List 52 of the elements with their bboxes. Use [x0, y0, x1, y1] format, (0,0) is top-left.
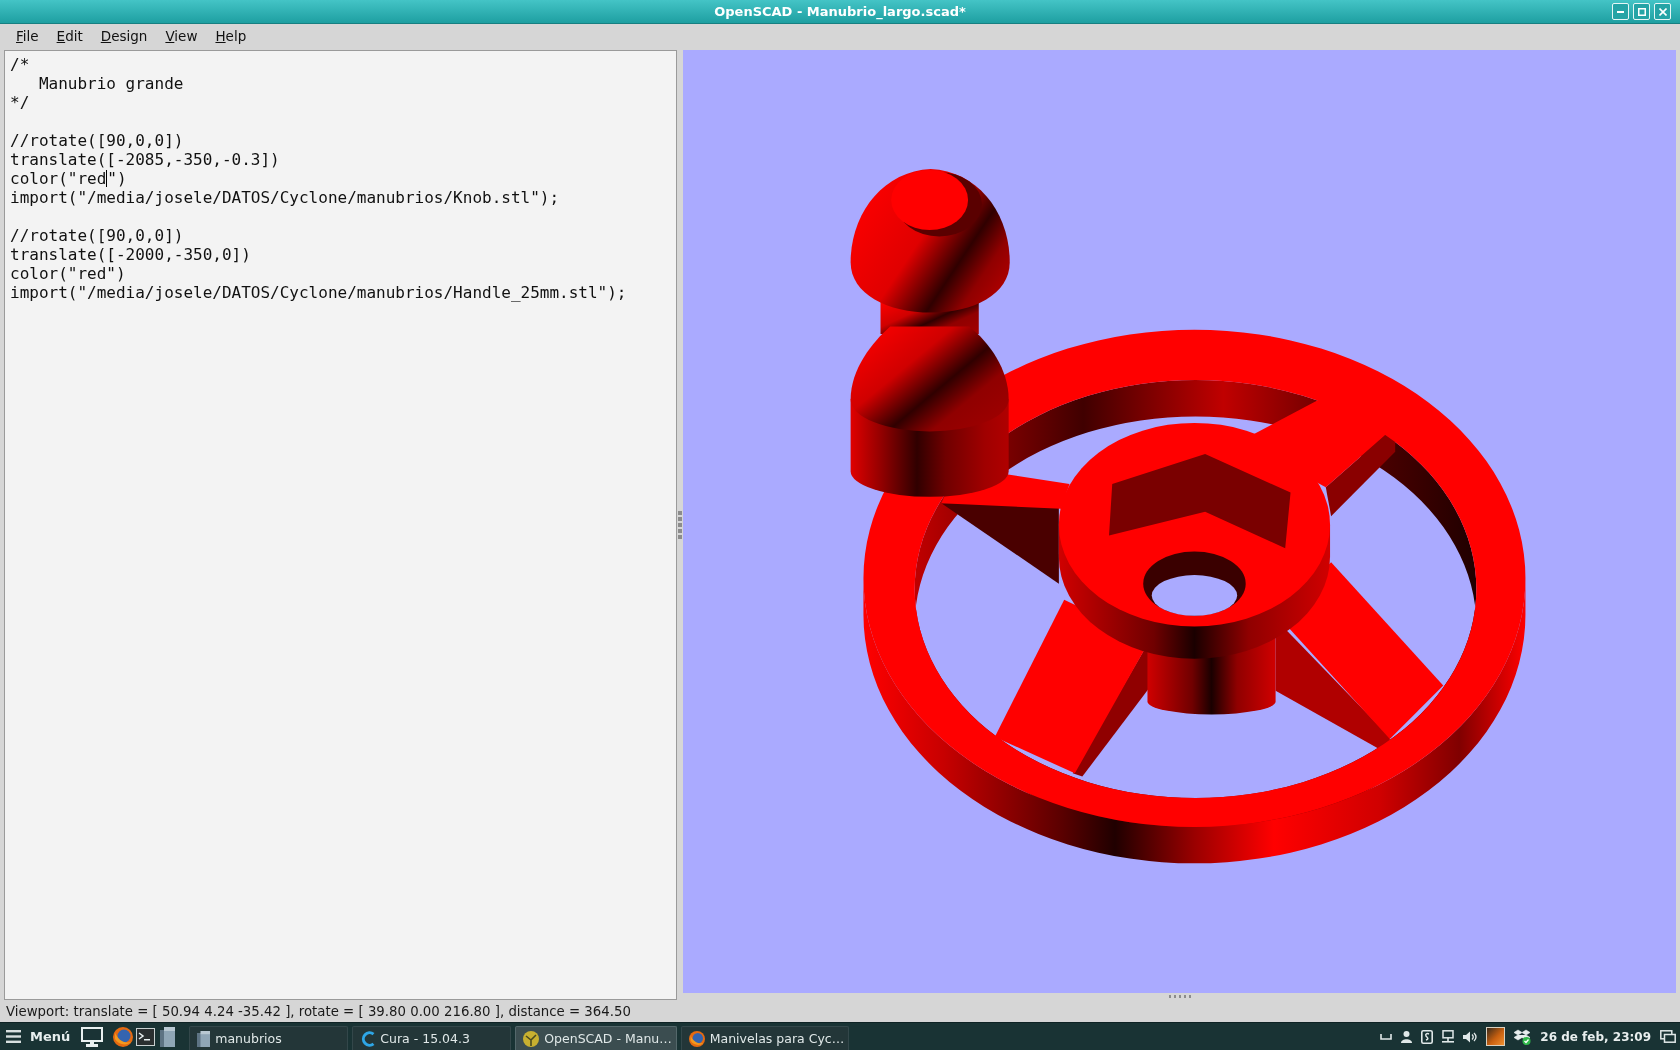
box-check-icon[interactable] [1514, 1028, 1532, 1045]
code-line: color("red") [10, 264, 126, 283]
space-bar-icon[interactable] [1380, 1033, 1393, 1040]
menu-item[interactable]: View [156, 27, 207, 45]
menu-icon [6, 1030, 21, 1043]
code-line: translate([-2000,-350,0]) [10, 245, 251, 264]
minimize-icon [1617, 10, 1624, 13]
taskbar-button[interactable]: Cura - 15.04.3 [352, 1026, 512, 1050]
code-line: //rotate([90,0,0]) [10, 226, 184, 245]
code-line: /* [10, 55, 30, 74]
terminal-icon[interactable] [136, 1027, 156, 1046]
globe-icon [688, 1030, 705, 1047]
taskbar-button[interactable]: manubrios [189, 1026, 349, 1050]
maximize-icon [1637, 7, 1646, 16]
menu-item[interactable]: File [7, 27, 48, 45]
clipboard-icon[interactable] [1421, 1029, 1434, 1044]
taskbar-button[interactable]: Manivelas para Cyc… [680, 1026, 850, 1050]
taskbar-button[interactable]: OpenSCAD - Manu… [515, 1026, 677, 1050]
folder-icon [197, 1030, 211, 1047]
status-text: Viewport: translate = [ 50.94 4.24 -35.42 ], rotate = [ 39.80 0.00 216.80 ], distance = 364.50 [6, 1003, 631, 1019]
code-line: ") [107, 169, 127, 188]
code-line: import("/media/josele/DATOS/Cyclone/manubrios/Handle_25mm.stl"); [10, 283, 627, 302]
c-logo-icon [360, 1030, 376, 1047]
code-line: Manubrio grande [37, 74, 184, 93]
menu-item[interactable]: Design [91, 27, 157, 45]
menu-item[interactable]: Help [206, 27, 256, 45]
code-line: */ [10, 93, 30, 112]
window-stack-icon[interactable] [1660, 1030, 1676, 1043]
splitter-handle[interactable] [1168, 995, 1191, 998]
code-line: import("/media/josele/DATOS/Cyclone/manubrios/Knob.stl"); [10, 188, 560, 207]
window-title: OpenSCAD - Manubrio_largo.scad* [714, 4, 966, 19]
globe-icon[interactable] [113, 1026, 134, 1047]
sphere-icon [523, 1030, 540, 1047]
code-line: color("red [10, 169, 107, 188]
photo-placeholder[interactable] [1486, 1027, 1506, 1046]
start-menu-button[interactable]: Menú [0, 1023, 76, 1050]
folder-icon[interactable] [160, 1026, 176, 1047]
close-icon [1658, 7, 1667, 16]
monitor-icon[interactable] [81, 1026, 104, 1047]
clock-text: 26 de feb, 23:09 [1540, 1029, 1651, 1044]
network-icon[interactable] [1442, 1030, 1455, 1043]
3d-viewport[interactable] [683, 50, 1676, 993]
code-line: translate([-2085,-350,-0.3]) [10, 150, 280, 169]
code-line: //rotate([90,0,0]) [10, 131, 184, 150]
user-icon[interactable] [1401, 1030, 1413, 1043]
text-cursor-icon [106, 170, 108, 187]
maximize-button[interactable] [1633, 3, 1650, 20]
splitter-handle[interactable] [678, 511, 682, 539]
volume-icon[interactable] [1463, 1030, 1478, 1043]
minimize-button[interactable] [1612, 3, 1629, 20]
close-button[interactable] [1654, 3, 1671, 20]
menu-item[interactable]: Edit [47, 27, 92, 45]
